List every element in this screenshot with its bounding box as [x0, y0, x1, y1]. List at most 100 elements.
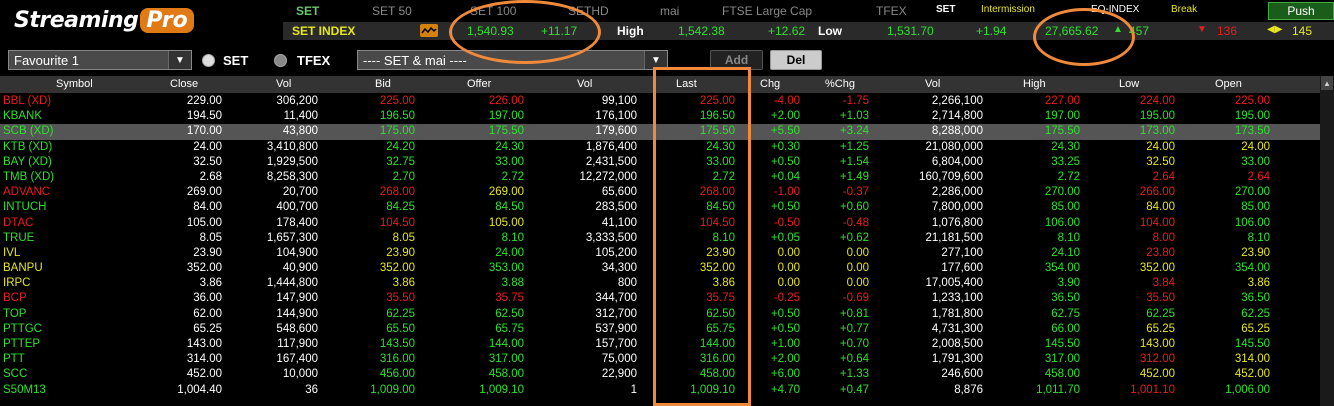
col-offer[interactable]: Offer	[467, 78, 491, 90]
table-row[interactable]: IRPC 3.86 1,444,800 3.86 3.88 800 3.86 0.00 0.00…	[0, 276, 1320, 291]
cell-vol-offer: 105,200	[595, 246, 637, 259]
cell-vol-total: 6,804,000	[931, 155, 983, 168]
chevron-down-icon[interactable]: ▼	[644, 51, 667, 69]
cell-vol-offer: 1	[630, 383, 637, 396]
col-low[interactable]: Low	[1119, 78, 1139, 90]
vertical-scrollbar[interactable]: ▲	[1320, 76, 1334, 406]
cell-offer: 226.00	[488, 95, 524, 107]
table-row[interactable]: SCC 452.00 10,000 456.00 458.00 22,900 458.00 +…	[0, 367, 1320, 382]
tab-mai[interactable]: mai	[660, 4, 679, 18]
add-button[interactable]: Add	[710, 50, 763, 70]
market-set-label: SET	[936, 4, 956, 15]
cell-vol-total: 7,800,000	[931, 201, 983, 214]
cell-open: 33.00	[1241, 155, 1270, 168]
table-row[interactable]: PTTEP 143.00 117,900 143.50 144.00 157,700 144…	[0, 337, 1320, 352]
col-close[interactable]: Close	[170, 78, 198, 90]
index-summary-row: SET INDEX 1,540.93 +11.17 High 1,542.38 …	[283, 22, 1334, 40]
cell-symbol: TOP	[3, 307, 27, 320]
chart-wave-icon[interactable]	[420, 24, 438, 37]
cell-low: 84.00	[1146, 201, 1175, 214]
cell-symbol: BCP	[3, 292, 27, 305]
table-row[interactable]: BBL (XD) 229.00 306,200 225.00 226.00 99,100 2…	[0, 94, 1320, 109]
cell-bid: 32.75	[386, 155, 415, 168]
cell-offer: 353.00	[488, 262, 524, 275]
cell-low: 312.00	[1139, 353, 1175, 366]
index-unchanged: 145	[1292, 24, 1313, 38]
cell-vol: 10,000	[282, 368, 318, 381]
cell-vol-offer: 176,100	[595, 110, 637, 123]
market-filter-select[interactable]: ---- SET & mai ---- ▼	[357, 50, 668, 70]
table-row[interactable]: BAY (XD) 32.50 1,929,500 32.75 33.00 2,431,50…	[0, 155, 1320, 170]
cell-high: 66.00	[1051, 322, 1080, 335]
cell-vol-total: 8,288,000	[931, 125, 983, 138]
cell-offer: 105.00	[488, 216, 524, 229]
delete-button[interactable]: Del	[770, 50, 822, 70]
index-high: 1,542.38	[678, 24, 725, 38]
unchanged-arrows-icon: ◀▶	[1267, 24, 1283, 35]
cell-symbol: TRUE	[3, 231, 35, 244]
cell-bid: 104.50	[379, 216, 415, 229]
cell-open: 1,006.00	[1225, 383, 1270, 396]
index-low-label: Low	[818, 24, 842, 38]
col-last[interactable]: Last	[676, 78, 697, 90]
col-open[interactable]: Open	[1215, 78, 1242, 90]
table-row[interactable]: KTB (XD) 24.00 3,410,800 24.20 24.30 1,876,40…	[0, 140, 1320, 155]
table-row[interactable]: BCP 36.00 147,900 35.50 35.75 344,700 35.75 -0.…	[0, 291, 1320, 306]
favourite-select[interactable]: Favourite 1 ▼	[8, 50, 192, 70]
cell-vol: 11,400	[283, 110, 318, 123]
index-high-label: High	[617, 24, 644, 38]
cell-last: 458.00	[699, 368, 735, 381]
tab-set50[interactable]: SET 50	[372, 4, 412, 18]
scroll-up-icon[interactable]: ▲	[1321, 76, 1333, 90]
col-pchg[interactable]: %Chg	[825, 78, 855, 90]
table-row[interactable]: TMB (XD) 2.68 8,258,300 2.70 2.72 12,272,000 2…	[0, 170, 1320, 185]
cell-high: 354.00	[1044, 262, 1080, 275]
cell-bid: 316.00	[379, 353, 415, 366]
chevron-down-icon[interactable]: ▼	[168, 51, 191, 69]
cell-vol-offer: 75,000	[601, 353, 637, 366]
radio-tfex[interactable]	[274, 54, 287, 67]
tab-sethd[interactable]: SETHD	[568, 4, 609, 18]
col-vol-total[interactable]: Vol	[925, 78, 940, 90]
table-row[interactable]: PTT 314.00 167,400 316.00 317.00 75,000 316.00…	[0, 352, 1320, 367]
col-chg[interactable]: Chg	[760, 78, 780, 90]
tab-set100[interactable]: SET 100	[470, 4, 516, 18]
cell-chg: +5.50	[770, 125, 800, 138]
up-arrow-icon: ▲	[1113, 24, 1123, 35]
tab-ftse-large-cap[interactable]: FTSE Large Cap	[722, 4, 812, 18]
table-row[interactable]: IVL 23.90 104,900 23.90 24.00 105,200 23.90 0.0…	[0, 246, 1320, 261]
cell-chg: 0.00	[777, 277, 800, 290]
cell-offer: 317.00	[488, 353, 524, 366]
col-vol-offer[interactable]: Vol	[577, 78, 592, 90]
cell-bid: 456.00	[379, 368, 415, 381]
col-symbol[interactable]: Symbol	[56, 78, 93, 90]
col-high[interactable]: High	[1023, 78, 1046, 90]
table-row[interactable]: PTTGC 65.25 548,600 65.50 65.75 537,900 65.75 +…	[0, 322, 1320, 337]
table-row[interactable]: TOP 62.00 144,900 62.25 62.50 312,700 62.50 +0.…	[0, 307, 1320, 322]
table-row[interactable]: ADVANC 269.00 20,700 268.00 269.00 65,600 268.…	[0, 185, 1320, 200]
col-vol[interactable]: Vol	[276, 78, 291, 90]
radio-set[interactable]	[202, 54, 215, 67]
table-row[interactable]: S50M13 1,004.40 36 1,009.00 1,009.10 1 1,009.1…	[0, 383, 1320, 398]
cell-pchg: -0.37	[842, 186, 869, 199]
cell-vol-total: 177,600	[941, 262, 983, 275]
table-row[interactable]: DTAC 105.00 178,400 104.50 105.00 41,100 104.5…	[0, 216, 1320, 231]
cell-last: 316.00	[699, 353, 735, 366]
table-row[interactable]: INTUCH 84.00 400,700 84.25 84.50 283,500 84.50…	[0, 200, 1320, 215]
table-row[interactable]: SCB (XD) 170.00 43,800 175.00 175.50 179,600 1…	[0, 124, 1320, 140]
cell-chg: -0.25	[773, 292, 800, 305]
cell-symbol: BANPU	[3, 262, 43, 275]
table-row[interactable]: TRUE 8.05 1,657,300 8.05 8.10 3,333,500 8.10 +0…	[0, 231, 1320, 246]
table-row[interactable]: KBANK 194.50 11,400 196.50 197.00 176,100 196.…	[0, 109, 1320, 124]
cell-symbol: PTTEP	[3, 338, 41, 350]
cell-high: 33.25	[1051, 155, 1080, 168]
cell-last: 144.00	[699, 338, 735, 350]
cell-bid: 225.00	[379, 95, 415, 107]
tab-tfex[interactable]: TFEX	[876, 4, 907, 18]
tab-set[interactable]: SET	[296, 4, 319, 18]
table-row[interactable]: BANPU 352.00 40,900 352.00 353.00 34,300 352.0…	[0, 261, 1320, 276]
push-button[interactable]: Push	[1268, 2, 1334, 20]
cell-pchg: -1.75	[842, 95, 869, 107]
col-bid[interactable]: Bid	[375, 78, 391, 90]
cell-chg: +0.04	[770, 170, 800, 183]
